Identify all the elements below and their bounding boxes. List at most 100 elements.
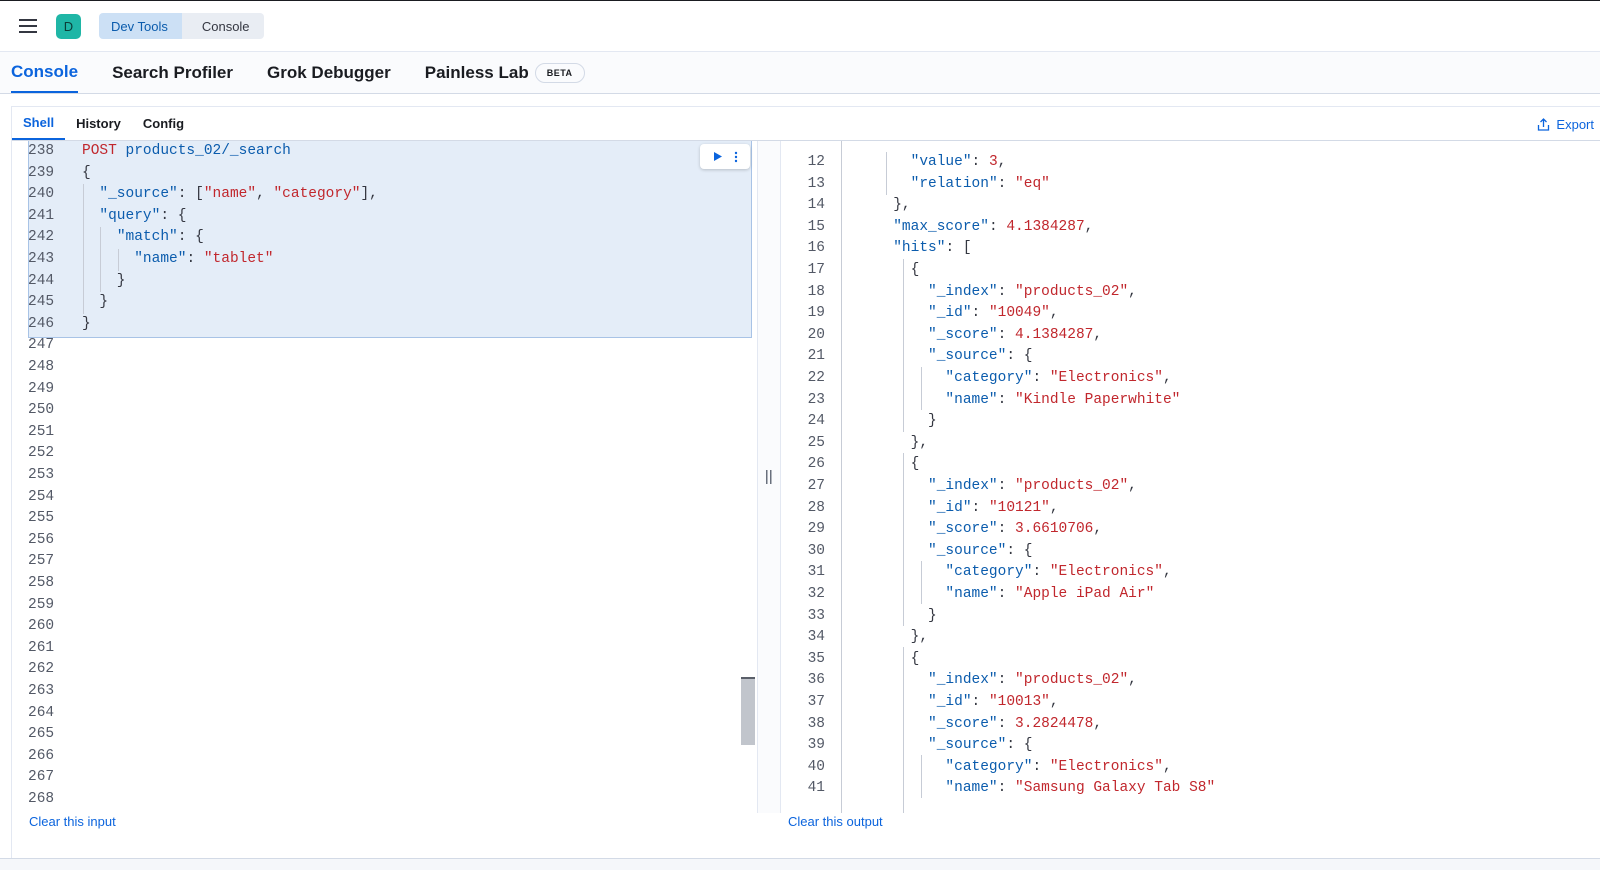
response-output[interactable]: 12 "value": 3, 13 "relation": "eq" 14 }, 15… <box>781 141 1600 813</box>
code-token: "Apple iPad Air" <box>1015 586 1155 602</box>
code-token: "name" <box>945 586 998 602</box>
hamburger-menu-button[interactable] <box>0 0 56 52</box>
tab-config[interactable]: Config <box>132 107 195 140</box>
code-token: ], <box>360 186 378 203</box>
line-number: 244 <box>28 272 55 289</box>
code-line: "query": { <box>82 206 186 228</box>
indent-guide <box>118 249 119 271</box>
code-token: "_source" <box>928 737 1007 754</box>
indent-guide <box>903 453 904 626</box>
clear-output-link[interactable]: Clear this output <box>788 814 883 829</box>
code-token: "_source" <box>928 542 1007 559</box>
indent-guide <box>921 367 922 410</box>
line-number: 266 <box>28 747 55 764</box>
line-number: 242 <box>28 229 55 246</box>
line-number: 25 <box>807 434 825 451</box>
more-vertical-icon[interactable] <box>734 151 738 163</box>
tab-label: Search Profiler <box>112 62 234 82</box>
code-line: "name": "tablet" <box>82 249 273 271</box>
code-line: } <box>82 292 108 314</box>
export-button[interactable]: Export <box>1537 107 1594 141</box>
tab-console[interactable]: Console <box>11 52 79 93</box>
code-token: , <box>1049 305 1059 322</box>
indent-guide <box>83 184 84 314</box>
line-number: 247 <box>28 337 55 354</box>
tab-search-profiler[interactable]: Search Profiler <box>112 52 233 93</box>
code-token: }, <box>841 197 911 214</box>
code-line: "category": "Electronics", <box>841 757 1171 779</box>
code-line: "_source": { <box>841 735 1032 757</box>
code-line: }, <box>841 433 928 455</box>
code-line: "hits": [ <box>841 238 971 260</box>
dev-tools-tabs: Console Search Profiler Grok Debugger Pa… <box>0 52 1600 94</box>
space-avatar[interactable]: D <box>56 13 81 39</box>
line-number: 30 <box>807 542 825 559</box>
code-token: "Electronics" <box>1049 758 1163 775</box>
line-number: 262 <box>28 661 55 678</box>
editor-scrollbar[interactable] <box>741 677 755 745</box>
play-icon[interactable] <box>712 151 723 162</box>
code-token: { <box>841 456 920 473</box>
code-token: "_index" <box>928 283 998 300</box>
line-number: 28 <box>807 499 825 516</box>
code-token: : <box>997 715 1016 732</box>
code-line: "_score": 3.2824478, <box>841 714 1102 736</box>
code-token: "max_score" <box>893 218 989 235</box>
clear-input-link[interactable]: Clear this input <box>29 814 116 829</box>
code-token: "query" <box>99 207 161 224</box>
code-token: : <box>1032 370 1050 386</box>
tab-shell[interactable]: Shell <box>12 107 66 140</box>
tab-label: Painless Lab <box>424 62 529 82</box>
code-token: : { <box>160 207 187 224</box>
line-number: 245 <box>28 294 55 311</box>
line-number: 36 <box>807 672 825 689</box>
line-number: 40 <box>807 758 825 775</box>
code-token: "_id" <box>928 305 972 322</box>
tab-painless-lab[interactable]: Painless Lab BETA <box>425 52 585 93</box>
menu-icon <box>19 19 37 33</box>
line-number: 252 <box>28 445 55 462</box>
line-number: 32 <box>807 586 825 602</box>
line-number: 23 <box>807 391 825 408</box>
line-number: 21 <box>807 348 825 365</box>
code-token: : <box>971 305 989 322</box>
line-number: 14 <box>807 197 825 214</box>
code-token: , <box>1128 478 1137 494</box>
code-line: "max_score": 4.1384287, <box>841 217 1093 239</box>
tab-grok-debugger[interactable]: Grok Debugger <box>267 52 391 93</box>
code-line: "_score": 3.6610706, <box>841 519 1102 541</box>
code-token: "Samsung Galaxy Tab S8" <box>1015 780 1216 797</box>
code-token: : <box>971 154 989 170</box>
line-number: 241 <box>28 207 55 224</box>
pane-resize-handle[interactable] <box>757 141 781 813</box>
code-line: "category": "Electronics", <box>841 368 1171 390</box>
export-label: Export <box>1556 116 1594 132</box>
line-number: 240 <box>28 186 55 203</box>
code-token: "_index" <box>928 672 998 689</box>
code-token: 3.2824478 <box>1015 715 1094 732</box>
code-token: 4.1384287 <box>1015 326 1094 343</box>
indent-guide <box>886 152 887 195</box>
line-number: 261 <box>28 639 55 656</box>
code-token: "name" <box>134 251 187 267</box>
code-token: : <box>997 175 1016 192</box>
breadcrumb-dev-tools[interactable]: Dev Tools <box>99 13 191 39</box>
code-line: "_id": "10049", <box>841 303 1059 325</box>
request-editor[interactable]: 238 POST products_02/_search 239 {240 "_sou… <box>12 141 757 813</box>
tab-history[interactable]: History <box>65 107 132 140</box>
code-token: , <box>1128 672 1137 689</box>
code-line: "name": "Apple iPad Air" <box>841 584 1154 606</box>
code-token: "_id" <box>928 499 972 516</box>
code-token: , <box>1049 694 1059 710</box>
code-line: { <box>841 454 920 476</box>
line-number: 16 <box>807 240 825 257</box>
code-line: "_index": "products_02", <box>841 670 1137 692</box>
code-token: : <box>971 499 989 516</box>
code-token: : <box>997 283 1016 300</box>
